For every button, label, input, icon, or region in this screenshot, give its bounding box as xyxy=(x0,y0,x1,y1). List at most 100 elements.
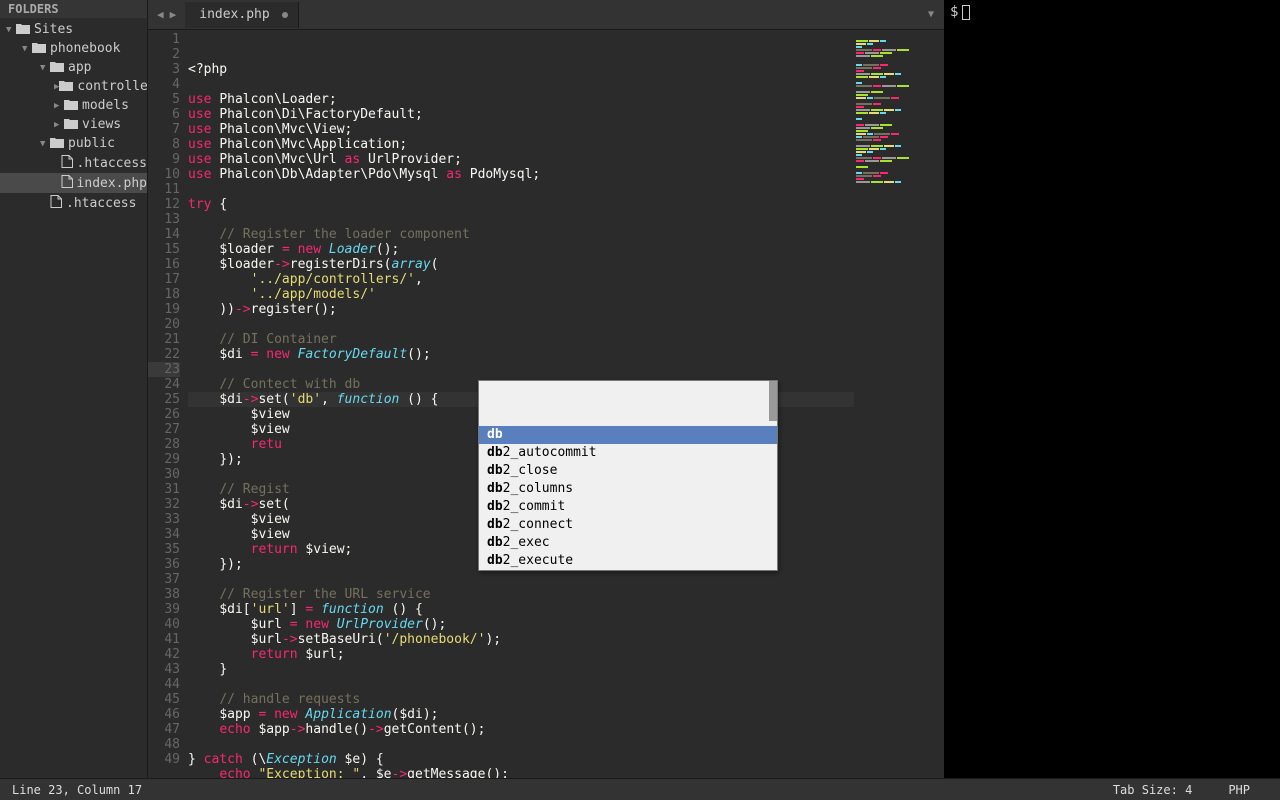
tree-item-controllers[interactable]: ▶controllers xyxy=(0,77,147,96)
code-line[interactable]: use Phalcon\Mvc\Application; xyxy=(188,137,854,152)
line-number: 23 xyxy=(148,362,180,377)
minimap-line xyxy=(856,151,942,153)
line-number: 43 xyxy=(148,662,180,677)
code-line[interactable]: // Register the loader component xyxy=(188,227,854,242)
nav-forward-icon[interactable]: ▶ xyxy=(167,8,180,21)
minimap[interactable] xyxy=(854,30,944,778)
code-line[interactable] xyxy=(188,362,854,377)
sidebar-header: FOLDERS xyxy=(0,0,147,18)
code-line[interactable]: $loader = new Loader(); xyxy=(188,242,854,257)
tree-item-index-php[interactable]: index.php xyxy=(0,173,147,193)
code-line[interactable]: $di['url'] = function () { xyxy=(188,602,854,617)
status-position[interactable]: Line 23, Column 17 xyxy=(12,783,1095,797)
tree-item-models[interactable]: ▶models xyxy=(0,96,147,115)
terminal-cursor xyxy=(962,5,970,20)
minimap-line xyxy=(856,109,942,111)
code-area[interactable]: <?php use Phalcon\Loader;use Phalcon\Di\F… xyxy=(188,30,854,778)
code-line[interactable] xyxy=(188,77,854,92)
minimap-line xyxy=(856,46,942,48)
autocomplete-item[interactable]: db2_columns xyxy=(479,480,777,498)
tree-item--htaccess[interactable]: .htaccess xyxy=(0,153,147,173)
minimap-line xyxy=(856,172,942,174)
line-number: 5 xyxy=(148,92,180,107)
code-line[interactable]: use Phalcon\Db\Adapter\Pdo\Mysql as PdoM… xyxy=(188,167,854,182)
autocomplete-item[interactable]: db2_close xyxy=(479,462,777,480)
code-line[interactable]: } xyxy=(188,662,854,677)
minimap-line xyxy=(856,67,942,69)
tree-item-app[interactable]: ▼app xyxy=(0,58,147,77)
autocomplete-item[interactable]: db2_autocommit xyxy=(479,444,777,462)
tab-nav-arrows: ◀ ▶ xyxy=(148,8,185,21)
minimap-line xyxy=(856,73,942,75)
line-number: 13 xyxy=(148,212,180,227)
folder-icon xyxy=(64,99,78,110)
line-number: 30 xyxy=(148,467,180,482)
terminal-panel[interactable]: $ xyxy=(944,0,1280,778)
code-line[interactable]: } catch (\Exception $e) { xyxy=(188,752,854,767)
autocomplete-item[interactable]: db2_exec xyxy=(479,534,777,552)
editor-body: 1234567891011121314151617181920212223242… xyxy=(148,30,944,778)
tab-index-php[interactable]: index.php xyxy=(185,2,298,28)
autocomplete-popup[interactable]: dbdb2_autocommitdb2_closedb2_columnsdb2_… xyxy=(478,380,778,571)
code-line[interactable]: use Phalcon\Loader; xyxy=(188,92,854,107)
line-number: 18 xyxy=(148,287,180,302)
code-line[interactable]: $di = new FactoryDefault(); xyxy=(188,347,854,362)
code-line[interactable]: $app = new Application($di); xyxy=(188,707,854,722)
code-line[interactable]: // Register the URL service xyxy=(188,587,854,602)
code-line[interactable]: echo "Exception: ", $e->getMessage(); xyxy=(188,767,854,778)
code-line[interactable] xyxy=(188,677,854,692)
code-line[interactable]: return $url; xyxy=(188,647,854,662)
code-line[interactable]: $loader->registerDirs(array( xyxy=(188,257,854,272)
minimap-line xyxy=(856,85,942,87)
code-line[interactable]: $url = new UrlProvider(); xyxy=(188,617,854,632)
status-language[interactable]: PHP xyxy=(1210,783,1268,797)
line-number: 35 xyxy=(148,542,180,557)
minimap-line xyxy=(856,181,942,183)
autocomplete-scrollbar[interactable] xyxy=(769,381,777,421)
line-number: 32 xyxy=(148,497,180,512)
status-tabsize[interactable]: Tab Size: 4 xyxy=(1095,783,1210,797)
tree-item-views[interactable]: ▶views xyxy=(0,115,147,134)
code-line[interactable]: '../app/controllers/', xyxy=(188,272,854,287)
code-line[interactable]: ))->register(); xyxy=(188,302,854,317)
code-line[interactable]: use Phalcon\Di\FactoryDefault; xyxy=(188,107,854,122)
line-number: 47 xyxy=(148,722,180,737)
code-line[interactable]: echo $app->handle()->getContent(); xyxy=(188,722,854,737)
code-line[interactable]: // DI Container xyxy=(188,332,854,347)
tab-dropdown-icon[interactable]: ▼ xyxy=(918,9,944,20)
folder-icon xyxy=(50,137,64,148)
minimap-line xyxy=(856,40,942,42)
code-line[interactable] xyxy=(188,572,854,587)
code-line[interactable]: use Phalcon\Mvc\Url as UrlProvider; xyxy=(188,152,854,167)
autocomplete-item[interactable]: db xyxy=(479,426,777,444)
folder-tree[interactable]: ▼Sites▼phonebook▼app▶controllers▶models▶… xyxy=(0,18,147,778)
code-line[interactable]: <?php xyxy=(188,62,854,77)
line-number: 11 xyxy=(148,182,180,197)
code-line[interactable]: use Phalcon\Mvc\View; xyxy=(188,122,854,137)
tree-item-public[interactable]: ▼public xyxy=(0,134,147,153)
tree-item-Sites[interactable]: ▼Sites xyxy=(0,20,147,39)
tree-item-phonebook[interactable]: ▼phonebook xyxy=(0,39,147,58)
code-line[interactable]: try { xyxy=(188,197,854,212)
line-number: 6 xyxy=(148,107,180,122)
code-line[interactable] xyxy=(188,317,854,332)
code-line[interactable]: // handle requests xyxy=(188,692,854,707)
autocomplete-item[interactable]: db2_execute xyxy=(479,552,777,570)
code-line[interactable] xyxy=(188,212,854,227)
code-line[interactable] xyxy=(188,182,854,197)
minimap-line xyxy=(856,52,942,54)
code-line[interactable]: '../app/models/' xyxy=(188,287,854,302)
autocomplete-item[interactable]: db2_commit xyxy=(479,498,777,516)
code-line[interactable] xyxy=(188,737,854,752)
nav-back-icon[interactable]: ◀ xyxy=(154,8,167,21)
line-number: 41 xyxy=(148,632,180,647)
line-number: 12 xyxy=(148,197,180,212)
line-number: 31 xyxy=(148,482,180,497)
minimap-line xyxy=(856,166,942,168)
code-line[interactable]: $url->setBaseUri('/phonebook/'); xyxy=(188,632,854,647)
minimap-line xyxy=(856,37,942,39)
file-icon xyxy=(50,195,62,208)
autocomplete-item[interactable]: db2_connect xyxy=(479,516,777,534)
line-number: 40 xyxy=(148,617,180,632)
tree-item--htaccess[interactable]: .htaccess xyxy=(0,193,147,213)
